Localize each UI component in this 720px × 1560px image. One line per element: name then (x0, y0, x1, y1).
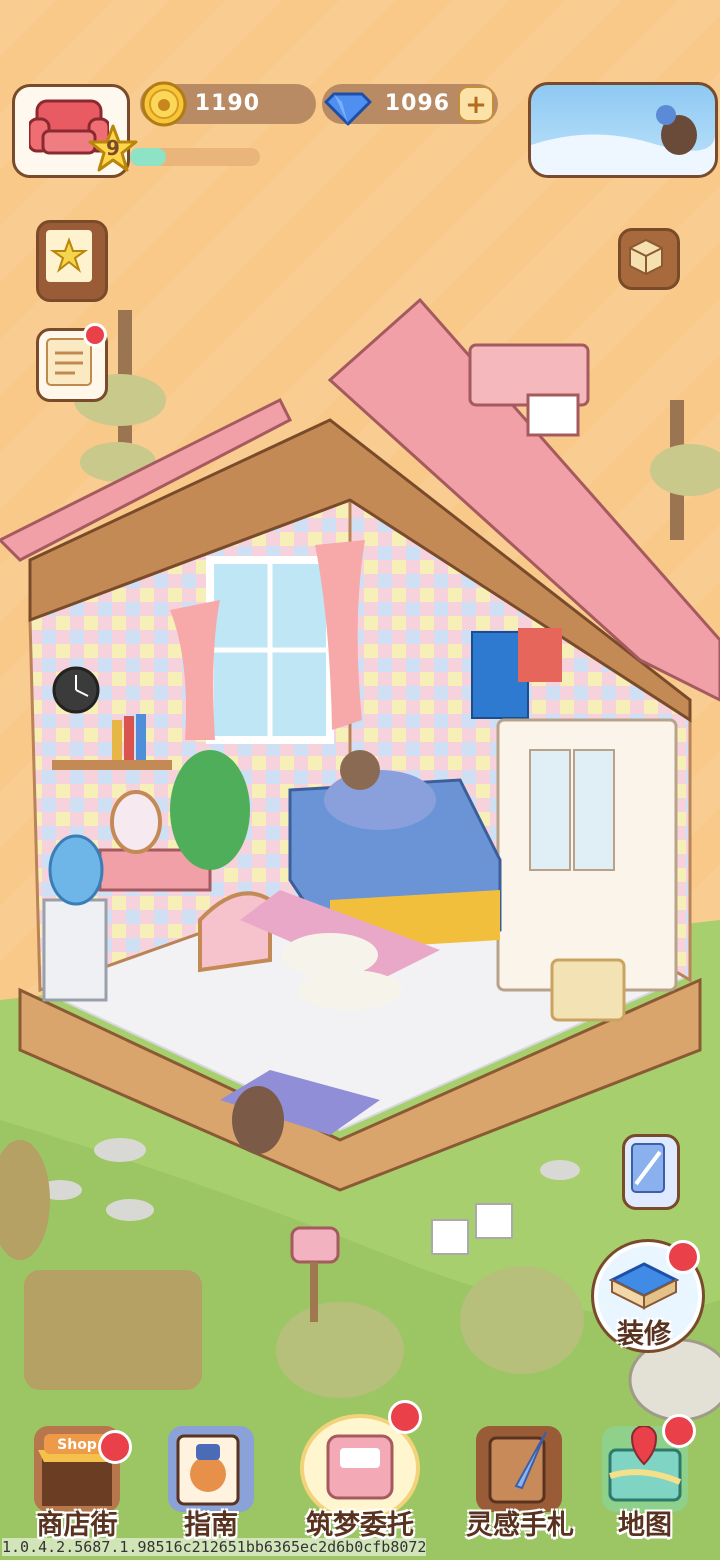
water-dispenser (42, 898, 108, 1002)
bush-2 (460, 1266, 584, 1374)
nav-shop-street[interactable]: Shop 商店街 (22, 1424, 132, 1548)
nav-guide[interactable]: 指南 (156, 1424, 266, 1548)
landscape-icon (531, 105, 715, 175)
poster-red (518, 628, 562, 682)
tree-right (650, 400, 720, 540)
flower-pot-1 (431, 1219, 469, 1255)
decorate-label: 装修 (617, 1319, 671, 1350)
coin-counter[interactable]: 1190 (140, 81, 316, 127)
box-icon (629, 238, 663, 276)
quill-notebook-icon (476, 1426, 562, 1512)
house-plant (170, 750, 250, 870)
bush-1 (276, 1302, 404, 1398)
nav-label-guide: 指南 (184, 1510, 238, 1541)
gold-coin-icon (141, 81, 187, 127)
photo-frame-icon (631, 1143, 665, 1193)
toy-basket (550, 958, 626, 1022)
gem-amount: 1096 (384, 91, 450, 116)
task-notes-button[interactable] (36, 323, 108, 402)
nav-label-shop-street: 商店街 (36, 1510, 118, 1541)
notification-badge (388, 1400, 422, 1434)
outdoor-scene-thumbnail[interactable] (528, 82, 718, 178)
coin-amount: 1190 (194, 91, 260, 116)
cat-character (232, 1086, 284, 1154)
nav-label-map: 地图 (618, 1510, 672, 1541)
nav-label-dream-commission: 筑梦委托 (306, 1510, 414, 1541)
collection-book-button[interactable] (36, 220, 108, 302)
diamond-gem-icon (324, 92, 372, 126)
notification-badge (83, 323, 107, 347)
nav-inspiration-notebook[interactable]: 灵感手札 (458, 1424, 582, 1548)
sheep (282, 933, 378, 977)
guide-book-icon (168, 1426, 254, 1512)
add-gems-button[interactable]: + (458, 86, 494, 122)
xp-progress-fill (130, 148, 167, 166)
photo-card-button[interactable] (622, 1134, 680, 1210)
mailbox (290, 1226, 340, 1264)
storage-box-button[interactable] (618, 228, 680, 290)
xp-progress-bar (130, 148, 260, 166)
well (628, 1338, 720, 1422)
hedge (24, 1270, 202, 1390)
player-level: 9 (106, 136, 120, 160)
wall-shelf (52, 760, 172, 770)
notification-badge (666, 1240, 700, 1274)
sleeping-character (324, 770, 436, 830)
flower-pot-2 (475, 1203, 513, 1239)
notification-badge (98, 1430, 132, 1464)
star-book-icon (46, 230, 92, 282)
shop-sign-text: Shop (57, 1437, 97, 1453)
nav-map[interactable]: 地图 (590, 1414, 700, 1548)
nav-dream-commission[interactable]: 筑梦委托 (300, 1400, 422, 1548)
notification-badge (662, 1414, 696, 1448)
version-string: 1.0.4.2.5687.1.98516c212651bb6365ec2d6b0… (2, 1538, 427, 1556)
gem-counter[interactable]: 1096 + (322, 84, 498, 126)
